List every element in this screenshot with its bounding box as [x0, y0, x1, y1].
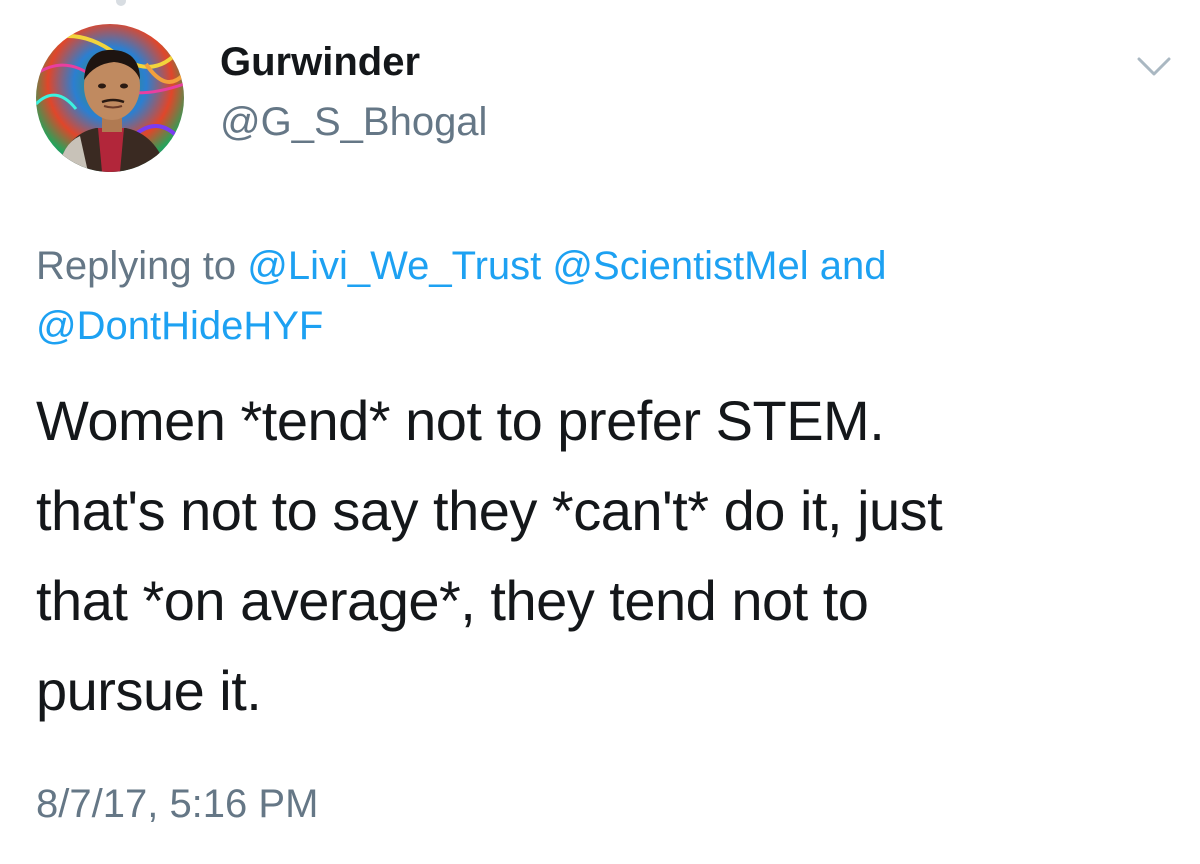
chevron-down-icon[interactable] — [1136, 54, 1172, 80]
tweet-text-line: pursue it. — [36, 659, 262, 722]
tweet-text: Women *tend* not to prefer STEM. that's … — [36, 376, 1176, 736]
avatar-image — [36, 24, 184, 172]
mention-link[interactable]: @DontHideHYF — [36, 304, 323, 348]
tweet-text-line: Women *tend* not to prefer STEM. — [36, 389, 885, 452]
reply-prefix: Replying to — [36, 244, 237, 288]
author-display-name[interactable]: Gurwinder — [220, 38, 420, 86]
reply-context: Replying to @Livi_We_Trust @ScientistMel… — [36, 236, 1166, 356]
thread-connector-dot — [116, 0, 126, 6]
mention-link[interactable]: @Livi_We_Trust — [247, 244, 541, 288]
mention-link[interactable]: @ScientistMel — [552, 244, 808, 288]
tweet-card: Gurwinder @G_S_Bhogal Replying to @Livi_… — [0, 0, 1200, 864]
tweet-text-line: that *on average*, they tend not to — [36, 569, 869, 632]
author-handle[interactable]: @G_S_Bhogal — [220, 98, 487, 146]
tweet-text-line: that's not to say they *can't* do it, ju… — [36, 479, 943, 542]
avatar[interactable] — [36, 24, 184, 172]
tweet-timestamp[interactable]: 8/7/17, 5:16 PM — [36, 778, 318, 830]
reply-conjunction[interactable]: and — [820, 244, 887, 288]
